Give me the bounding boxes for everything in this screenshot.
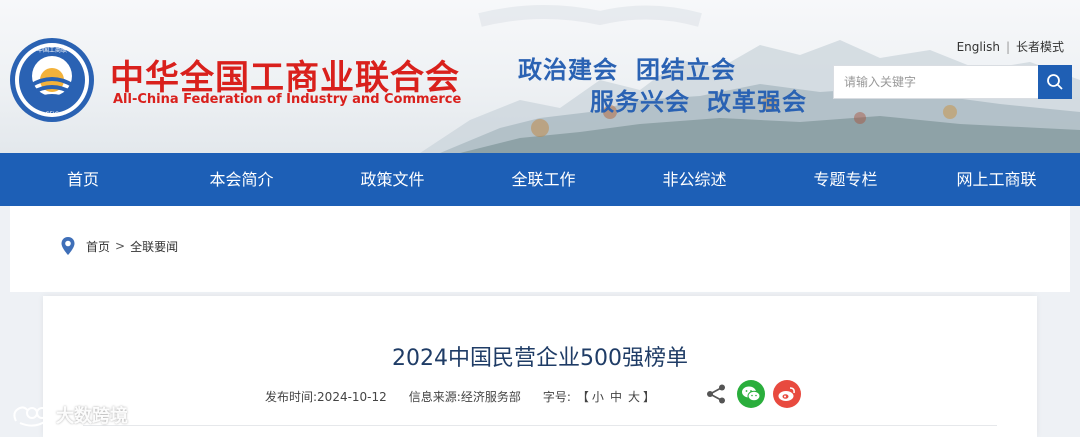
font-size-small[interactable]: 小 — [592, 388, 604, 405]
weibo-share-button[interactable] — [773, 380, 801, 408]
slogan-3: 服务兴会 — [590, 88, 690, 116]
font-size-bracket-open: 【 — [576, 390, 589, 404]
nav-item-about[interactable]: 本会简介 — [166, 153, 317, 206]
search-input[interactable]: 请输入关键字 — [833, 65, 1039, 99]
watermark: 大数跨境 — [10, 402, 128, 428]
slogan-4: 改革强会 — [707, 88, 807, 116]
search-button[interactable] — [1038, 65, 1072, 99]
breadcrumb: 首页 > 全联要闻 — [60, 236, 178, 256]
wechat-icon — [742, 386, 761, 402]
nav-item-overview[interactable]: 非公综述 — [619, 153, 770, 206]
breadcrumb-separator: > — [115, 239, 126, 253]
weibo-icon — [778, 387, 795, 401]
source-label: 信息来源: — [408, 390, 461, 404]
nav-item-work[interactable]: 全联工作 — [468, 153, 619, 206]
nav-item-policy[interactable]: 政策文件 — [317, 153, 468, 206]
link-divider: | — [1005, 40, 1010, 54]
article-meta: 发布时间: 2024-10-12 信息来源: 经济服务部 字号: 【 小 中 大… — [265, 388, 655, 405]
slogan-1: 政治建会 — [518, 56, 618, 84]
watermark-logo-icon — [13, 406, 48, 427]
main-nav: 首页 本会简介 政策文件 全联工作 非公综述 专题专栏 网上工商联 — [0, 153, 1080, 206]
share-icon — [707, 384, 725, 404]
logo-text-bottom: CFIC — [45, 111, 59, 118]
nav-item-online[interactable]: 网上工商联 — [921, 153, 1072, 206]
share-button[interactable] — [705, 380, 727, 408]
search-icon — [1047, 74, 1063, 90]
nav-item-topics[interactable]: 专题专栏 — [770, 153, 921, 206]
font-size-label: 字号: — [542, 390, 571, 404]
source-value: 经济服务部 — [460, 390, 521, 404]
font-size-bracket-close: 】 — [642, 390, 655, 404]
article-card: 2024中国民营企业500强榜单 发布时间: 2024-10-12 信息来源: … — [43, 296, 1037, 437]
slogan-2: 团结立会 — [636, 56, 736, 84]
org-name-en: All-China Federation of Industry and Com… — [113, 92, 462, 107]
font-size-medium[interactable]: 中 — [610, 388, 622, 405]
cfic-logo-emblem: 中国工商联 CFIC — [10, 38, 94, 122]
font-size-large[interactable]: 大 — [628, 388, 640, 405]
wechat-share-button[interactable] — [737, 380, 765, 408]
nav-item-home[interactable]: 首页 — [0, 153, 166, 206]
breadcrumb-current[interactable]: 全联要闻 — [130, 238, 178, 255]
english-link[interactable]: English — [957, 40, 1000, 54]
watermark-text: 大数跨境 — [56, 406, 128, 427]
location-pin-icon — [61, 237, 75, 255]
breadcrumb-home[interactable]: 首页 — [86, 238, 110, 255]
top-links: English | 长者模式 — [957, 38, 1064, 55]
article-divider — [83, 425, 997, 426]
publish-date: 2024-10-12 — [317, 389, 387, 404]
elder-mode-link[interactable]: 长者模式 — [1016, 40, 1064, 54]
logo-text-top: 中国工商联 — [37, 46, 67, 54]
site-header: 中国工商联 CFIC 中华全国工商业联合会 All-China Federati… — [0, 0, 1080, 153]
publish-label: 发布时间: — [265, 390, 318, 404]
article-title: 2024中国民营企业500强榜单 — [392, 346, 688, 371]
